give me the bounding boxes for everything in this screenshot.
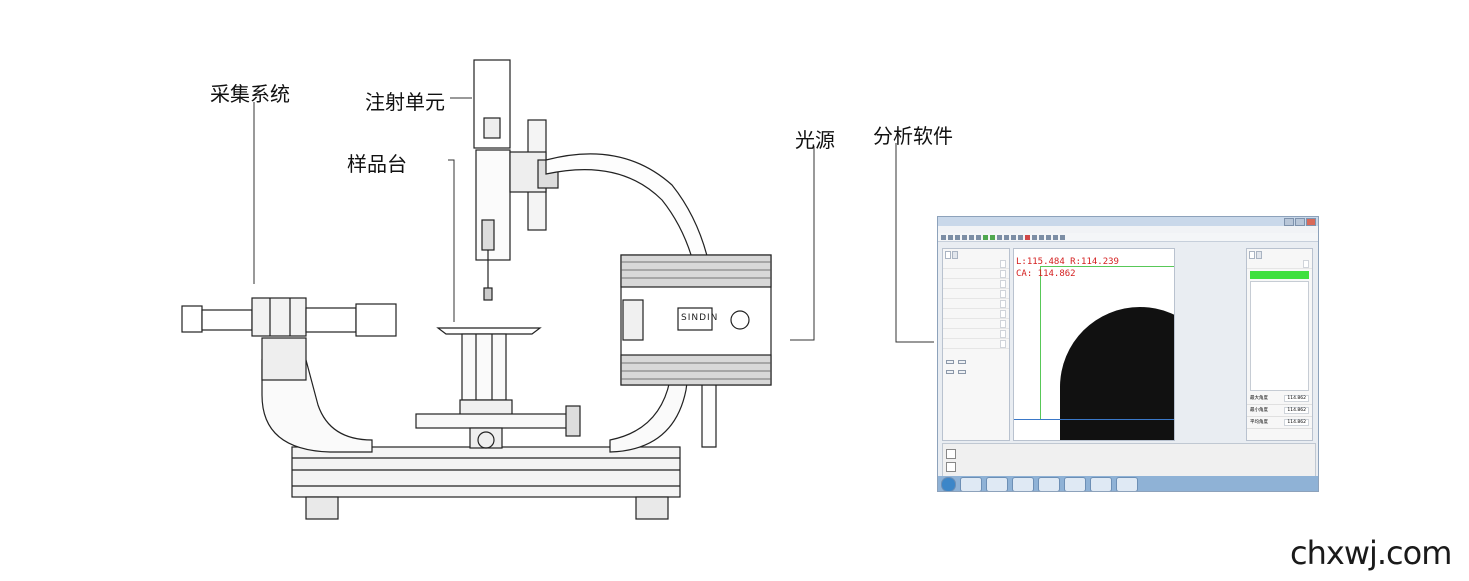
- leader-software: [895, 143, 934, 343]
- software-toolbar: [938, 233, 1318, 242]
- diagram-canvas: 采集系统 注射单元 样品台 光源 分析软件 SINDIN L:115.484 R…: [0, 0, 1469, 581]
- camera-mount: [261, 337, 307, 381]
- label-analysis-software: 分析软件: [873, 124, 953, 148]
- software-menubar: [938, 226, 1318, 233]
- baseline: [1014, 419, 1174, 420]
- base-foot-right: [635, 496, 669, 520]
- sample-stage: [415, 327, 581, 449]
- base-foot-left: [305, 496, 339, 520]
- results-list: [1250, 281, 1309, 391]
- label-light-source: 光源: [795, 128, 835, 152]
- leader-stage: [448, 159, 455, 322]
- readout-left-right: L:115.484 R:114.239: [1016, 257, 1119, 267]
- leader-light: [790, 146, 815, 341]
- stat-max: 最大角度 114.862: [1247, 393, 1312, 405]
- selected-result-row: [1250, 271, 1309, 279]
- base-rail: [291, 446, 681, 498]
- camera: [181, 297, 397, 337]
- stat-min: 最小角度 114.862: [1247, 405, 1312, 417]
- droplet-image-view: L:115.484 R:114.239 CA: 114.862: [1013, 248, 1175, 441]
- brand-plate: SINDIN: [681, 313, 719, 323]
- right-panel: 最大角度 114.862 最小角度 114.862 平均角度 114.862: [1246, 248, 1313, 441]
- software-titlebar: [938, 217, 1318, 226]
- readout-contact-angle: CA: 114.862: [1016, 269, 1076, 279]
- watermark: chxwj.com: [1290, 534, 1452, 572]
- software-window: L:115.484 R:114.239 CA: 114.862 最大角度 114.…: [937, 216, 1319, 492]
- label-acquisition-system: 采集系统: [210, 82, 290, 106]
- taskbar: [938, 476, 1318, 491]
- label-injection-unit: 注射单元: [365, 90, 445, 114]
- left-panel: [942, 248, 1010, 441]
- injection-unit: [473, 59, 559, 301]
- stat-avg: 平均角度 114.862: [1247, 417, 1312, 429]
- log-panel: [942, 443, 1316, 477]
- label-sample-stage: 样品台: [347, 152, 407, 176]
- window-controls: [1284, 218, 1316, 226]
